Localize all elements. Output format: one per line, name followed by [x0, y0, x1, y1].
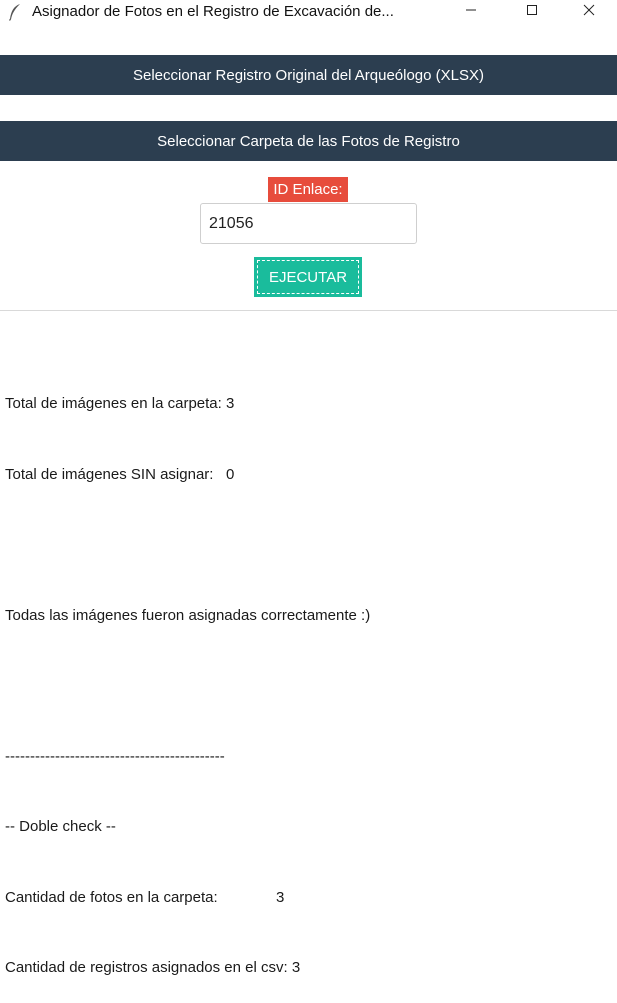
select-folder-button[interactable]: Seleccionar Carpeta de las Fotos de Regi… [0, 121, 617, 161]
minimize-icon [465, 3, 477, 21]
execute-button[interactable]: EJECUTAR [254, 257, 362, 297]
minimize-button[interactable] [448, 0, 494, 24]
output-text: Total de imágenes en la carpeta: 3 Total… [5, 345, 370, 1003]
maximize-button[interactable] [509, 0, 555, 24]
execute-button-label: EJECUTAR [268, 268, 348, 286]
id-enlace-input[interactable] [200, 203, 417, 244]
feather-icon [8, 3, 22, 21]
id-enlace-label: ID Enlace: [268, 177, 348, 202]
output-line: -- Doble check -- [5, 818, 116, 835]
output-line: Total de imágenes en la carpeta: 3 [5, 395, 235, 412]
maximize-icon [526, 3, 538, 21]
window-title: Asignador de Fotos en el Registro de Exc… [32, 3, 394, 20]
divider [0, 310, 617, 311]
close-icon [583, 3, 595, 21]
output-line: Todas las imágenes fueron asignadas corr… [5, 606, 371, 624]
select-xlsx-button[interactable]: Seleccionar Registro Original del Arqueó… [0, 55, 617, 95]
close-button[interactable] [566, 0, 612, 24]
output-line: Cantidad de fotos en la carpeta: 3 [5, 888, 285, 906]
output-line: Total de imágenes SIN asignar: 0 [5, 465, 235, 483]
output-line: ----------------------------------------… [5, 747, 225, 765]
title-bar: Asignador de Fotos en el Registro de Exc… [0, 0, 617, 24]
output-line: Cantidad de registros asignados en el cs… [5, 959, 301, 976]
